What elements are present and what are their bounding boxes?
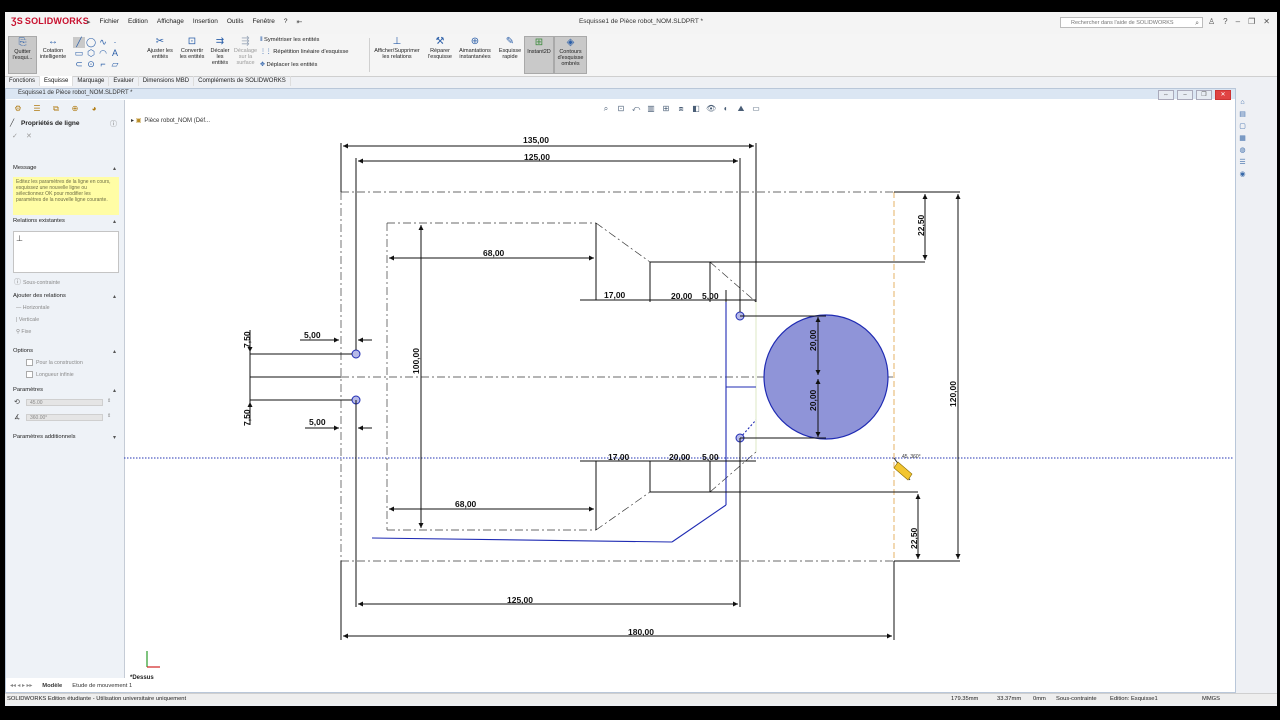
dim-lower-slot-width[interactable]: 68,00 — [455, 499, 477, 509]
dim-left-hole-bottom-offset[interactable]: 5,00 — [309, 417, 326, 427]
dim-upper-17[interactable]: 17,00 — [604, 290, 626, 300]
cursor-readout: 45, 360° — [902, 454, 921, 460]
view-triad: *Dessus — [130, 651, 160, 681]
sketch-line[interactable] — [671, 504, 727, 543]
dim-lower-17[interactable]: 17,00 — [608, 452, 630, 462]
hole-upper[interactable] — [351, 349, 361, 359]
lower-chamfer-line[interactable] — [595, 491, 651, 531]
dim-circle-lower[interactable]: 20,00 — [808, 389, 818, 411]
dim-upper-20[interactable]: 20,00 — [671, 291, 693, 301]
dim-overall-top[interactable]: 135,00 — [523, 135, 549, 145]
large-circle[interactable] — [763, 314, 889, 440]
dim-lower-5[interactable]: 5,00 — [702, 452, 719, 462]
sketch-canvas[interactable]: 135,00 125,00 68,00 17,00 20,00 5,00 22,… — [0, 0, 1280, 720]
view-label: *Dessus — [130, 675, 154, 681]
sketch-geometry — [371, 302, 757, 543]
dim-left-hole-top[interactable]: 7,50 — [242, 331, 252, 348]
dim-upper-right-offset[interactable]: 22,50 — [916, 214, 926, 236]
dim-left-hole-bottom[interactable]: 7,50 — [242, 409, 252, 426]
dim-left-hole-top-offset[interactable]: 5,00 — [304, 330, 321, 340]
dim-lower-right-offset[interactable]: 22,50 — [909, 527, 919, 549]
dim-inner-top[interactable]: 125,00 — [524, 152, 550, 162]
dim-upper-5[interactable]: 5,00 — [702, 291, 719, 301]
dim-lower-20[interactable]: 20,00 — [669, 452, 691, 462]
dim-bottom-inner[interactable]: 125,00 — [507, 595, 533, 605]
dim-overall-bottom[interactable]: 180,00 — [628, 627, 654, 637]
dim-overall-height[interactable]: 120,00 — [948, 381, 958, 407]
pencil-cursor-icon — [893, 461, 913, 481]
dim-slot-height[interactable]: 100,00 — [411, 348, 421, 374]
dim-upper-slot-width[interactable]: 68,00 — [483, 248, 505, 258]
dim-circle-upper[interactable]: 20,00 — [808, 329, 818, 351]
sketch-line[interactable] — [371, 537, 673, 543]
upper-chamfer-line[interactable] — [595, 222, 651, 263]
